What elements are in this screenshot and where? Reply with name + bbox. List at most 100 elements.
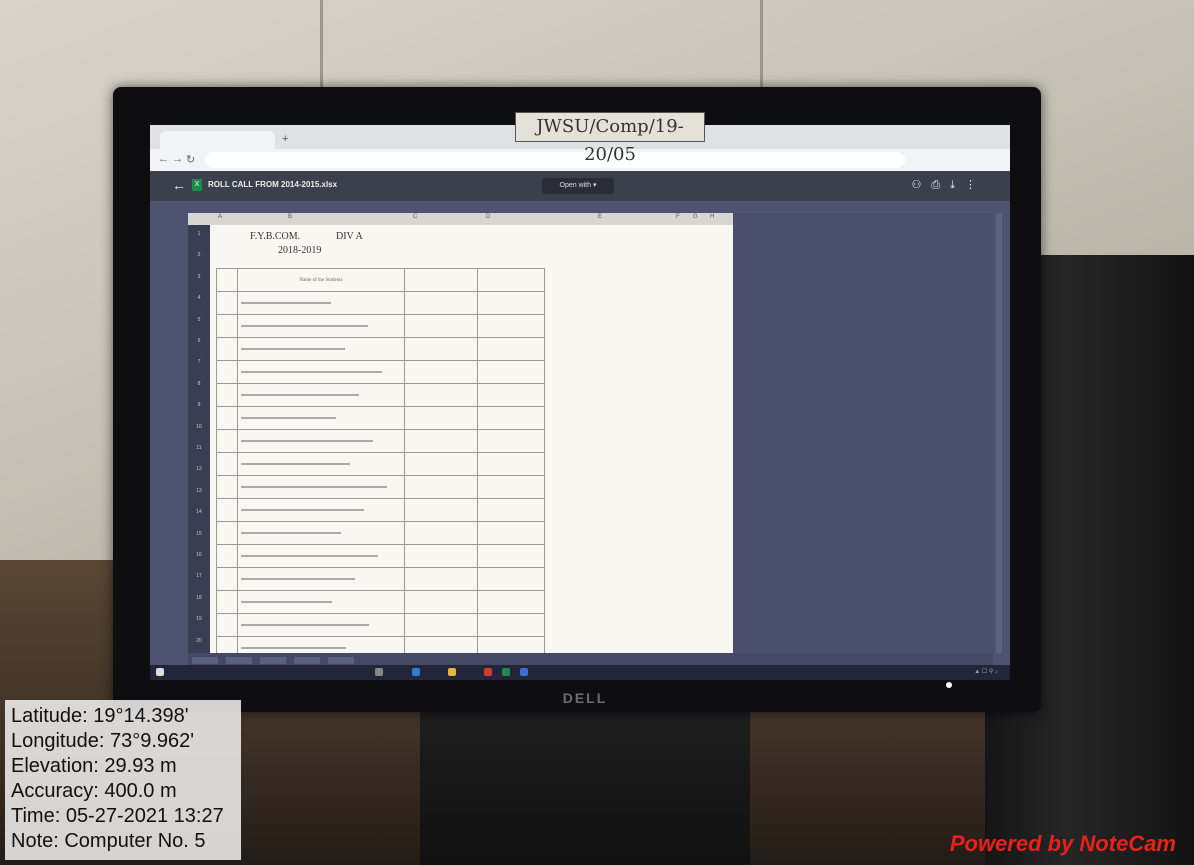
illegible-name-line <box>241 325 368 327</box>
table-cell <box>237 383 405 407</box>
new-tab-icon[interactable]: + <box>282 133 288 145</box>
power-led <box>946 682 952 688</box>
row-header-column: 1 2 3 4 5 6 7 8 9 10 11 12 13 14 15 16 17 18 19 20 <box>188 225 210 653</box>
sheet-tabs-bar <box>188 653 993 665</box>
sheet-tab[interactable] <box>192 657 218 664</box>
open-with-button[interactable]: Open with ▾ <box>542 178 614 194</box>
illegible-name-line <box>241 394 359 396</box>
table-cell <box>237 314 405 338</box>
edge-icon[interactable] <box>412 668 420 676</box>
table-cell <box>477 544 545 568</box>
table-cell <box>216 567 238 591</box>
year-heading: 2018-2019 <box>278 245 322 256</box>
student-table: Name of the Students <box>216 268 545 660</box>
column-label: D <box>486 214 491 220</box>
note-text: Note: Computer No. 5 <box>11 830 206 852</box>
table-cell <box>477 337 545 361</box>
asset-label-sticker: JWSU/Comp/19-20/05 <box>515 112 705 165</box>
table-row <box>216 452 545 476</box>
table-cell <box>237 544 405 568</box>
column-label: F <box>676 214 680 220</box>
sheet-tab[interactable] <box>260 657 286 664</box>
table-row <box>216 590 545 614</box>
table-cell <box>216 429 238 453</box>
word-icon[interactable] <box>520 668 528 676</box>
table-cell <box>404 406 478 430</box>
column-label: C <box>413 214 418 220</box>
table-cell <box>237 498 405 522</box>
table-cell <box>216 452 238 476</box>
sheet-tab[interactable] <box>226 657 252 664</box>
row-number: 10 <box>196 423 202 430</box>
document-title: ROLL CALL FROM 2014-2015.xlsx <box>208 180 338 189</box>
table-cell <box>216 406 238 430</box>
time-text: Time: 05-27-2021 13:27 <box>11 805 224 827</box>
url-input[interactable] <box>205 152 905 168</box>
illegible-name-line <box>241 647 346 649</box>
sheet-tab[interactable] <box>294 657 320 664</box>
column-label: A <box>218 214 223 220</box>
illegible-name-line <box>241 624 369 626</box>
table-cell <box>216 521 238 545</box>
table-row <box>216 521 545 545</box>
column-label: H <box>710 214 715 220</box>
table-row <box>216 383 545 407</box>
table-cell <box>216 613 238 637</box>
viewer-background <box>733 213 993 653</box>
table-cell <box>477 291 545 315</box>
table-cell <box>216 291 238 315</box>
search-icon[interactable] <box>375 668 383 676</box>
table-cell <box>237 337 405 361</box>
table-cell <box>404 521 478 545</box>
table-cell <box>404 452 478 476</box>
longitude-text: Longitude: 73°9.962' <box>11 730 195 752</box>
division-heading: DIV A <box>336 231 363 242</box>
table-cell <box>216 475 238 499</box>
row-number: 6 <box>197 338 201 344</box>
system-tray[interactable]: ▲ ☐ ⚲ ♪ <box>974 668 998 675</box>
table-cell <box>404 360 478 384</box>
row-number: 9 <box>197 402 201 409</box>
table-cell <box>237 613 405 637</box>
notecam-info-overlay: Latitude: 19°14.398' Longitude: 73°9.962… <box>5 700 241 860</box>
app-icon[interactable] <box>484 668 492 676</box>
table-cell <box>477 429 545 453</box>
table-cell <box>216 383 238 407</box>
table-row <box>216 498 545 522</box>
browser-address-bar: ← → ↻ <box>150 149 1010 171</box>
table-cell <box>216 360 238 384</box>
excel-icon[interactable] <box>502 668 510 676</box>
scrollbar[interactable] <box>996 213 1002 653</box>
table-cell <box>237 429 405 453</box>
table-cell <box>216 268 238 292</box>
row-number: 19 <box>196 616 202 623</box>
back-icon[interactable]: ← <box>172 177 186 193</box>
sheet-tab[interactable] <box>328 657 354 664</box>
table-cell <box>404 613 478 637</box>
start-icon[interactable] <box>156 668 164 676</box>
table-cell <box>237 590 405 614</box>
viewer-toolbar: ← X ROLL CALL FROM 2014-2015.xlsx Open w… <box>150 171 1010 201</box>
column-label: B <box>288 214 293 220</box>
browser-tab[interactable] <box>160 131 275 149</box>
row-number: 15 <box>196 530 202 537</box>
table-cell <box>216 314 238 338</box>
toolbar-icons[interactable]: ⚇⎙⤓⋮ <box>911 178 986 192</box>
table-cell <box>477 452 545 476</box>
back-arrow-icon[interactable]: ← <box>158 153 169 165</box>
column-header-row: A B C D E F G H <box>188 213 733 225</box>
folder-icon[interactable] <box>448 668 456 676</box>
elevation-text: Elevation: 29.93 m <box>11 755 177 777</box>
row-number: 12 <box>196 466 202 473</box>
table-row <box>216 613 545 637</box>
table-cell <box>477 360 545 384</box>
table-row <box>216 544 545 568</box>
reload-icon[interactable]: ↻ <box>186 153 195 166</box>
row-number: 14 <box>196 509 202 516</box>
table-cell <box>404 383 478 407</box>
forward-arrow-icon[interactable]: → <box>172 153 183 165</box>
table-cell <box>477 406 545 430</box>
table-row <box>216 429 545 453</box>
table-cell <box>404 291 478 315</box>
table-cell <box>237 521 405 545</box>
